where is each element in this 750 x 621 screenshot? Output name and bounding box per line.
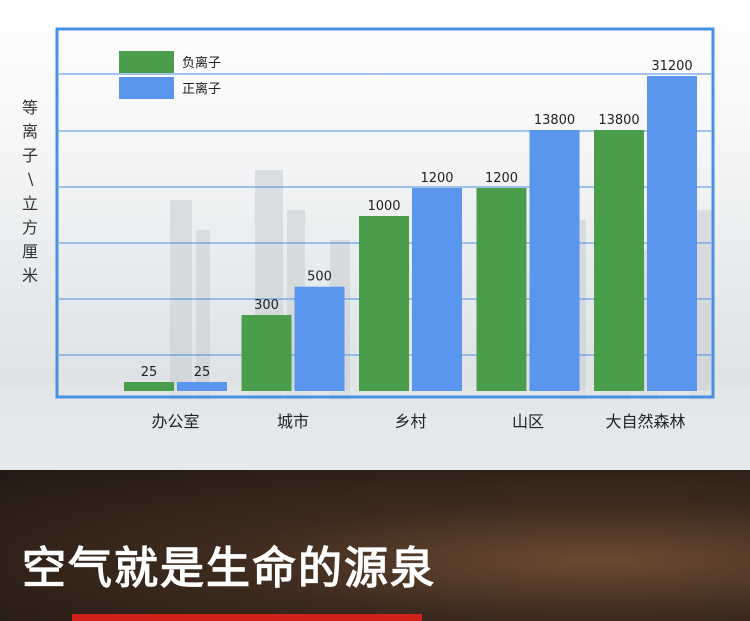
bar-negative-2	[359, 216, 409, 391]
ion-bar-chart: 25 25 300 500 1000 1200 1200 13800 13800 31200 办公…	[55, 27, 715, 431]
bar-positive-0	[177, 382, 227, 391]
category-label: 山区	[512, 412, 544, 431]
data-label: 300	[254, 298, 279, 313]
red-accent-bar	[72, 614, 422, 621]
category-label: 乡村	[394, 412, 426, 431]
category-label: 办公室	[151, 412, 199, 431]
bar-negative-4	[594, 130, 644, 391]
data-label: 31200	[651, 59, 692, 74]
data-label: 1000	[367, 199, 400, 214]
data-label: 25	[194, 365, 211, 380]
data-label: 1200	[420, 171, 453, 186]
slogan-banner: 空气就是生命的源泉	[0, 470, 750, 621]
bar-negative-1	[241, 315, 292, 391]
slogan-text: 空气就是生命的源泉	[22, 543, 436, 594]
bar-positive-1	[294, 286, 345, 391]
data-label: 13800	[598, 113, 639, 128]
category-label: 城市	[277, 412, 309, 431]
category-label: 大自然森林	[605, 412, 685, 431]
bar-positive-3	[529, 130, 580, 391]
legend-swatch	[119, 77, 174, 99]
data-label: 25	[141, 365, 158, 380]
data-label: 13800	[534, 113, 575, 128]
bar-negative-3	[476, 188, 527, 391]
bar-positive-4	[647, 76, 697, 391]
bar-negative-0	[124, 382, 174, 391]
legend-swatch	[119, 51, 174, 73]
legend-label: 正离子	[182, 81, 221, 97]
data-label: 500	[307, 270, 332, 285]
legend-label: 负离子	[182, 55, 221, 71]
bar-positive-2	[412, 188, 462, 391]
data-label: 1200	[485, 171, 518, 186]
